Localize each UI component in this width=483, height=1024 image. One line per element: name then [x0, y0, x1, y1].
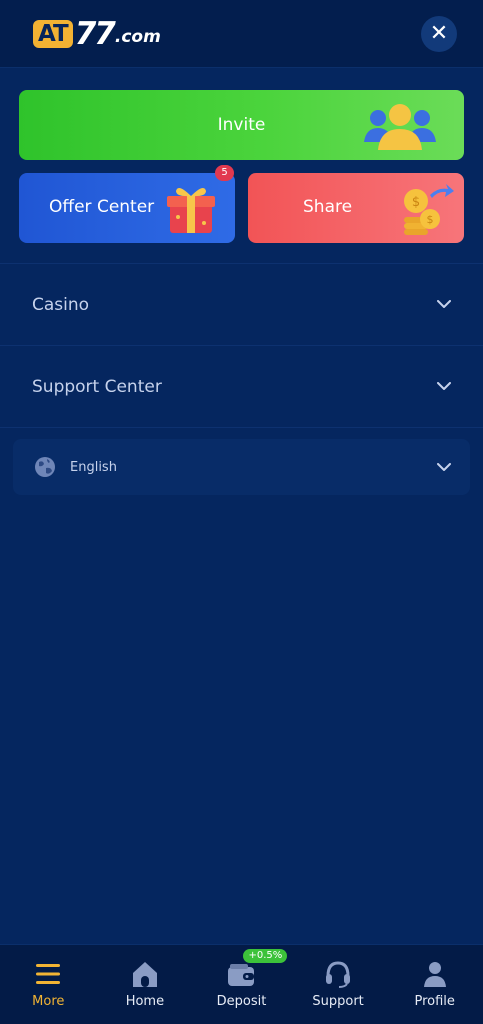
menu-support-center-label: Support Center [32, 376, 162, 397]
svg-text:$: $ [412, 195, 420, 210]
wallet-icon [228, 964, 255, 986]
chevron-down-icon [437, 300, 451, 308]
nav-home-label: Home [125, 994, 165, 1009]
invite-card[interactable]: Invite [19, 90, 464, 160]
svg-text:$: $ [427, 213, 434, 226]
nav-profile-label: Profile [414, 994, 455, 1009]
logo-at: AT [33, 19, 73, 48]
nav-deposit[interactable]: +0.5% Deposit [193, 945, 289, 1009]
language-selector[interactable]: English [13, 439, 470, 495]
home-icon [132, 962, 157, 987]
menu-casino-label: Casino [32, 294, 90, 315]
nav-more[interactable]: More [0, 945, 96, 1009]
language-label: English [70, 459, 117, 475]
invite-label: Invite [217, 115, 266, 135]
menu-icon [36, 964, 61, 984]
users-icon [364, 104, 436, 150]
site-logo[interactable]: AT 77 .com [33, 17, 161, 51]
menu-support-center[interactable]: Support Center [0, 345, 483, 427]
deposit-bonus-badge: +0.5% [243, 949, 288, 963]
menu-casino[interactable]: Casino [0, 263, 483, 345]
offer-center-label: Offer Center [49, 197, 155, 217]
nav-more-label: More [32, 994, 65, 1009]
coins-share-icon: $ $ [404, 184, 454, 235]
nav-home[interactable]: Home [97, 945, 193, 1009]
menu-divider [0, 427, 483, 428]
offer-center-card[interactable]: Offer Center 5 [19, 165, 235, 243]
logo-number: 77 [74, 15, 116, 52]
top-header: AT 77 .com ✕ [0, 0, 483, 68]
language-left: English [34, 456, 117, 478]
offer-count-badge: 5 [215, 165, 234, 181]
share-label: Share [303, 197, 353, 217]
chevron-down-icon [437, 382, 451, 390]
gift-icon [167, 187, 215, 233]
chevron-down-icon [437, 462, 451, 471]
close-icon: ✕ [429, 20, 449, 46]
logo-domain: .com [114, 26, 161, 47]
globe-icon [35, 457, 55, 477]
bottom-nav: More Home +0.5% Deposit Support Profile [0, 944, 483, 1024]
close-button[interactable]: ✕ [421, 15, 457, 52]
profile-icon [423, 962, 446, 987]
nav-support[interactable]: Support [290, 945, 386, 1009]
share-card[interactable]: Share $ $ [248, 173, 464, 243]
headset-icon [326, 961, 351, 988]
nav-profile[interactable]: Profile [387, 945, 483, 1009]
nav-deposit-label: Deposit [216, 994, 267, 1009]
nav-support-label: Support [312, 994, 364, 1009]
